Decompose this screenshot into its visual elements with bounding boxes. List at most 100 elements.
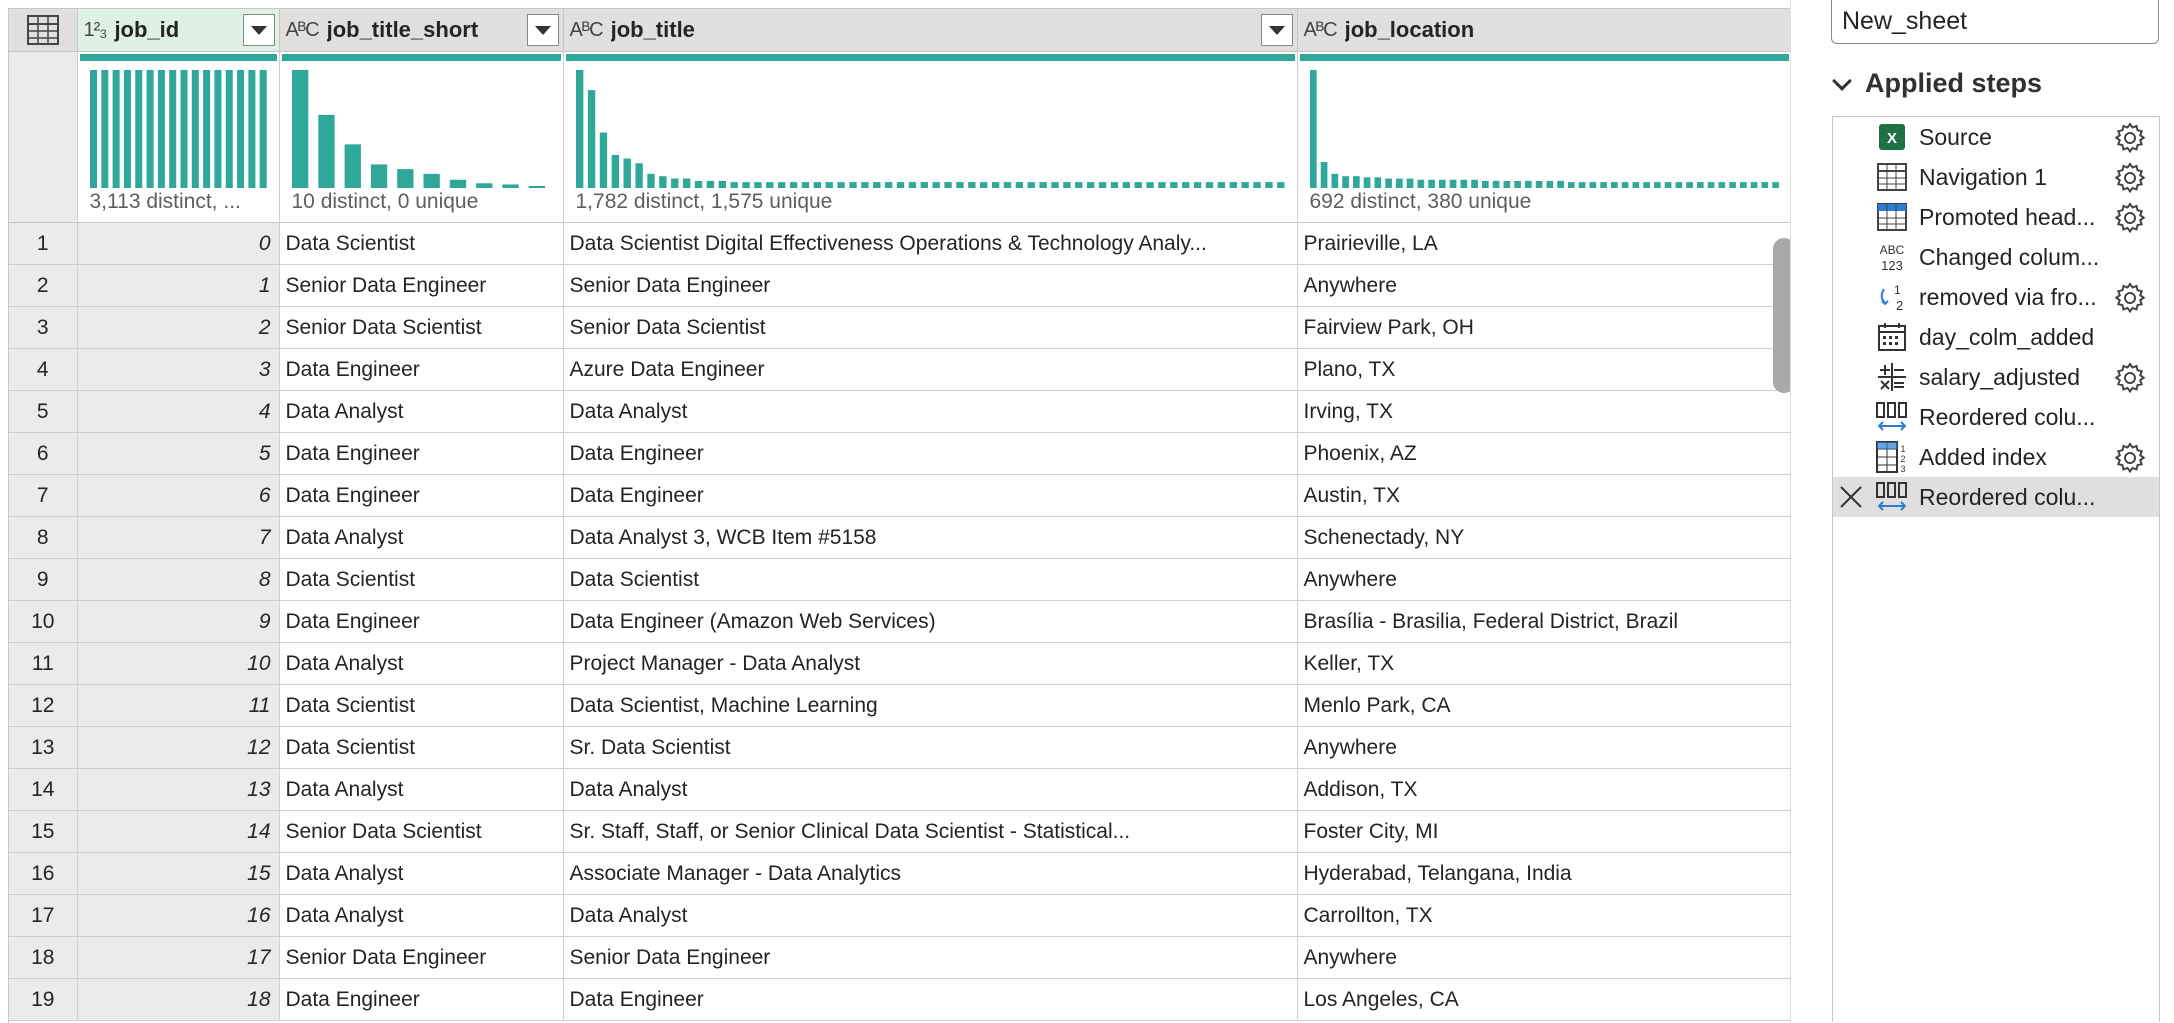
cell-job-title-short[interactable]: Data Engineer — [279, 432, 564, 475]
histogram-bar[interactable] — [872, 182, 880, 188]
cell-job-location[interactable]: Menlo Park, CA — [1297, 684, 1791, 727]
cell-job-location[interactable]: Fairview Park, OH — [1297, 306, 1791, 349]
cell-job-location[interactable]: Brasília - Brasilia, Federal District, B… — [1297, 600, 1791, 643]
cell-job-location[interactable]: Anywhere — [1297, 558, 1791, 601]
histogram-bar[interactable] — [1728, 182, 1736, 188]
cell-job-title-short[interactable]: Senior Data Scientist — [279, 810, 564, 853]
cell-job-id[interactable]: 12 — [77, 726, 280, 769]
histogram-bar[interactable] — [1122, 182, 1130, 188]
histogram-bar[interactable] — [1588, 182, 1596, 188]
cell-job-location[interactable]: Los Angeles, CA — [1297, 978, 1791, 1021]
histogram-bar[interactable] — [1427, 179, 1435, 188]
histogram-bar[interactable] — [1027, 182, 1035, 188]
cell-job-id[interactable]: 6 — [77, 474, 280, 517]
histogram-bar[interactable] — [528, 186, 545, 188]
histogram-bar[interactable] — [1050, 182, 1059, 188]
row-number[interactable]: 18 — [9, 936, 78, 979]
row-number[interactable]: 17 — [9, 894, 78, 937]
histogram-bar[interactable] — [134, 70, 142, 188]
histogram-bar[interactable] — [1696, 182, 1704, 188]
histogram-bar[interactable] — [848, 182, 857, 188]
row-number[interactable]: 3 — [9, 306, 78, 349]
row-number[interactable]: 6 — [9, 432, 78, 475]
select-all-table-icon[interactable] — [9, 9, 78, 52]
cell-job-location[interactable]: Anywhere — [1297, 264, 1791, 307]
row-number[interactable]: 19 — [9, 978, 78, 1021]
histogram-bar[interactable] — [860, 182, 869, 188]
cell-job-location[interactable]: Phoenix, AZ — [1297, 432, 1791, 475]
row-number[interactable]: 11 — [9, 642, 78, 685]
text-type-icon[interactable]: AᴮC — [570, 19, 604, 42]
row-number[interactable]: 14 — [9, 768, 78, 811]
histogram-bar[interactable] — [1449, 179, 1456, 188]
cell-job-title[interactable]: Data Analyst 3, WCB Item #5158 — [563, 516, 1298, 559]
histogram-bar[interactable] — [1621, 182, 1628, 188]
row-number[interactable]: 16 — [9, 852, 78, 895]
cell-job-title[interactable]: Sr. Data Scientist — [563, 726, 1298, 769]
histogram-bar[interactable] — [932, 182, 940, 188]
histogram-bar[interactable] — [1331, 173, 1338, 188]
histogram-bar[interactable] — [213, 70, 221, 188]
cell-job-location[interactable]: Plano, TX — [1297, 348, 1791, 391]
histogram-bar[interactable] — [991, 182, 999, 188]
histogram-bar[interactable] — [813, 182, 821, 188]
row-number[interactable]: 10 — [9, 600, 78, 643]
cell-job-title-short[interactable]: Senior Data Scientist — [279, 306, 564, 349]
applied-step[interactable]: 1 2 3 Added index — [1833, 437, 2159, 477]
cell-job-title-short[interactable]: Data Scientist — [279, 222, 564, 265]
histogram-bar[interactable] — [1374, 177, 1381, 188]
cell-job-id[interactable]: 1 — [77, 264, 280, 307]
cell-job-title[interactable]: Data Engineer — [563, 432, 1298, 475]
cell-job-location[interactable]: Anywhere — [1297, 936, 1791, 979]
applied-step[interactable]: Reordered colu... — [1833, 397, 2159, 437]
histogram-bar[interactable] — [1674, 182, 1682, 188]
delete-step-icon[interactable] — [1837, 483, 1865, 511]
gear-icon[interactable] — [2113, 441, 2147, 475]
row-number[interactable]: 4 — [9, 348, 78, 391]
applied-step[interactable]: Navigation 1 — [1833, 157, 2159, 197]
histogram-bar[interactable] — [1252, 182, 1261, 188]
histogram-bar[interactable] — [1642, 182, 1650, 188]
cell-job-location[interactable]: Foster City, MI — [1297, 810, 1791, 853]
column-header-job-id[interactable]: 1²₃ job_id — [77, 9, 280, 52]
histogram-bar[interactable] — [259, 70, 267, 188]
histogram-bar[interactable] — [1503, 180, 1510, 188]
cell-job-title-short[interactable]: Data Engineer — [279, 348, 564, 391]
histogram-bar[interactable] — [1363, 177, 1370, 188]
histogram-bar[interactable] — [1685, 182, 1693, 188]
cell-job-title-short[interactable]: Data Scientist — [279, 558, 564, 601]
text-type-icon[interactable]: AᴮC — [1304, 19, 1338, 42]
histogram-bar[interactable] — [587, 90, 595, 188]
row-number[interactable]: 5 — [9, 390, 78, 433]
histogram-bar[interactable] — [1492, 180, 1499, 188]
histogram-bar[interactable] — [623, 158, 631, 189]
histogram-bar[interactable] — [718, 180, 726, 188]
applied-step[interactable]: X Source — [1833, 117, 2159, 157]
cell-job-location[interactable]: Irving, TX — [1297, 390, 1791, 433]
histogram-bar[interactable] — [1417, 179, 1424, 188]
histogram-bar[interactable] — [1631, 182, 1639, 188]
cell-job-location[interactable]: Anywhere — [1297, 726, 1791, 769]
histogram-bar[interactable] — [1610, 182, 1618, 188]
cell-job-title-short[interactable]: Data Engineer — [279, 600, 564, 643]
histogram-bar[interactable] — [979, 182, 987, 188]
histogram-bar[interactable] — [1110, 182, 1118, 188]
histogram-bar[interactable] — [236, 70, 244, 188]
column-header-job-location[interactable]: AᴮC job_location — [1297, 9, 1791, 52]
cell-job-title[interactable]: Data Engineer (Amazon Web Services) — [563, 600, 1298, 643]
histogram-bar[interactable] — [1653, 182, 1661, 188]
histogram-bar[interactable] — [575, 70, 583, 188]
histogram-bar[interactable] — [1134, 182, 1142, 188]
cell-job-id[interactable]: 13 — [77, 768, 280, 811]
histogram-bar[interactable] — [658, 176, 667, 188]
applied-steps-header[interactable]: Applied steps — [1831, 68, 2042, 99]
histogram-bar[interactable] — [646, 173, 655, 188]
cell-job-title-short[interactable]: Senior Data Engineer — [279, 264, 564, 307]
histogram-bar[interactable] — [1074, 182, 1082, 188]
applied-step[interactable]: salary_adjusted — [1833, 357, 2159, 397]
cell-job-title-short[interactable]: Senior Data Engineer — [279, 936, 564, 979]
histogram-bar[interactable] — [1760, 182, 1768, 188]
histogram-bar[interactable] — [89, 70, 97, 188]
histogram-bar[interactable] — [225, 70, 233, 188]
cell-job-location[interactable]: Austin, TX — [1297, 474, 1791, 517]
